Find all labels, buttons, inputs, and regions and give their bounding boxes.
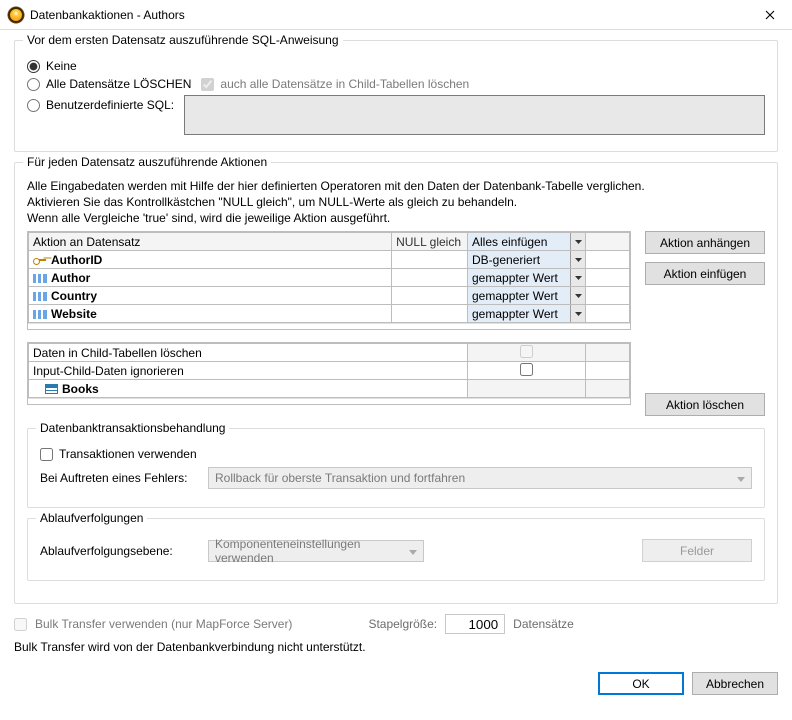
column-icon — [33, 274, 47, 283]
trace-group: Ablaufverfolgungen Ablaufverfolgungseben… — [27, 518, 765, 581]
radio-custom-sql-label: Benutzerdefinierte SQL: — [46, 98, 174, 112]
child-grid[interactable]: Daten in Child-Tabellen löschen Input-Ch… — [27, 342, 631, 405]
check-use-transactions[interactable] — [40, 448, 53, 461]
header-null-equal: NULL gleich — [392, 233, 468, 251]
instruction-line: Alle Eingabedaten werden mit Hilfe der h… — [27, 179, 765, 193]
batch-size-unit: Datensätze — [513, 617, 574, 631]
grid-row[interactable]: AuthorID DB-generiert — [29, 251, 630, 269]
actions-per-record-group: Für jeden Datensatz auszuführende Aktion… — [14, 162, 778, 604]
check-child-delete-label: auch alle Datensätze in Child-Tabellen l… — [220, 77, 469, 91]
row-combo[interactable]: gemappter Wert — [468, 287, 585, 304]
chevron-down-icon — [570, 269, 585, 286]
chevron-down-icon — [570, 287, 585, 304]
close-icon — [765, 10, 775, 20]
chevron-down-icon — [409, 544, 417, 558]
append-action-button[interactable]: Aktion anhängen — [645, 231, 765, 254]
ok-button[interactable]: OK — [598, 672, 684, 695]
radio-delete-all-label: Alle Datensätze LÖSCHEN — [46, 77, 191, 91]
grid-row[interactable]: Country gemappter Wert — [29, 287, 630, 305]
child-row-ignore-input[interactable]: Input-Child-Daten ignorieren — [29, 362, 630, 380]
header-action: Aktion an Datensatz — [29, 233, 392, 251]
radio-custom-sql[interactable] — [27, 99, 40, 112]
row-combo[interactable]: gemappter Wert — [468, 269, 585, 286]
actions-grid[interactable]: Aktion an Datensatz NULL gleich Alles ei… — [27, 231, 631, 330]
insert-action-button[interactable]: Aktion einfügen — [645, 262, 765, 285]
grid-row[interactable]: Author gemappter Wert — [29, 269, 630, 287]
check-use-transactions-label: Transaktionen verwenden — [59, 447, 197, 461]
chevron-down-icon — [570, 233, 585, 250]
group-title: Für jeden Datensatz auszuführende Aktion… — [23, 155, 271, 169]
column-icon — [33, 292, 47, 301]
check-bulk-transfer — [14, 618, 27, 631]
check-ignore-input-child[interactable] — [520, 363, 533, 376]
table-icon — [45, 384, 58, 394]
transaction-handling-group: Datenbanktransaktionsbehandlung Transakt… — [27, 428, 765, 508]
titlebar: Datenbankaktionen - Authors — [0, 0, 792, 30]
column-icon — [33, 310, 47, 319]
child-row-books[interactable]: Books — [29, 380, 630, 398]
check-delete-child-data — [520, 345, 533, 358]
grid-header-row: Aktion an Datensatz NULL gleich Alles ei… — [29, 233, 630, 251]
radio-delete-all[interactable] — [27, 78, 40, 91]
app-icon — [8, 7, 24, 23]
row-combo[interactable]: gemappter Wert — [468, 305, 585, 322]
cancel-button[interactable]: Abbrechen — [692, 672, 778, 695]
radio-none[interactable] — [27, 60, 40, 73]
grid-row[interactable]: Website gemappter Wert — [29, 305, 630, 323]
window-title: Datenbankaktionen - Authors — [30, 8, 748, 22]
sql-before-record-group: Vor dem ersten Datensatz auszuführende S… — [14, 40, 778, 152]
bulk-transfer-note: Bulk Transfer wird von der Datenbankverb… — [14, 640, 778, 654]
on-error-select: Rollback für oberste Transaktion und for… — [208, 467, 752, 489]
trace-level-label: Ablaufverfolgungsebene: — [40, 544, 200, 558]
group-title: Vor dem ersten Datensatz auszuführende S… — [23, 33, 343, 47]
group-title: Ablaufverfolgungen — [36, 511, 147, 525]
check-bulk-transfer-label: Bulk Transfer verwenden (nur MapForce Se… — [35, 617, 292, 631]
chevron-down-icon — [737, 471, 745, 485]
group-title: Datenbanktransaktionsbehandlung — [36, 421, 229, 435]
radio-none-label: Keine — [46, 59, 77, 73]
close-button[interactable] — [748, 0, 792, 30]
fields-button: Felder — [642, 539, 752, 562]
instruction-line: Aktivieren Sie das Kontrollkästchen "NUL… — [27, 195, 765, 209]
check-child-delete — [201, 78, 214, 91]
header-combo-insert-all[interactable]: Alles einfügen — [468, 233, 585, 250]
on-error-label: Bei Auftreten eines Fehlers: — [40, 471, 200, 485]
chevron-down-icon — [570, 251, 585, 268]
key-icon — [33, 254, 47, 266]
batch-size-label: Stapelgröße: — [368, 617, 437, 631]
instruction-line: Wenn alle Vergleiche 'true' sind, wird d… — [27, 211, 765, 225]
trace-level-select: Komponenteneinstellungen verwenden — [208, 540, 424, 562]
batch-size-input[interactable] — [445, 614, 505, 634]
custom-sql-textarea[interactable] — [184, 95, 765, 135]
delete-action-button[interactable]: Aktion löschen — [645, 393, 765, 416]
child-row-delete-data[interactable]: Daten in Child-Tabellen löschen — [29, 344, 630, 362]
chevron-down-icon — [570, 305, 585, 322]
row-combo[interactable]: DB-generiert — [468, 251, 585, 268]
